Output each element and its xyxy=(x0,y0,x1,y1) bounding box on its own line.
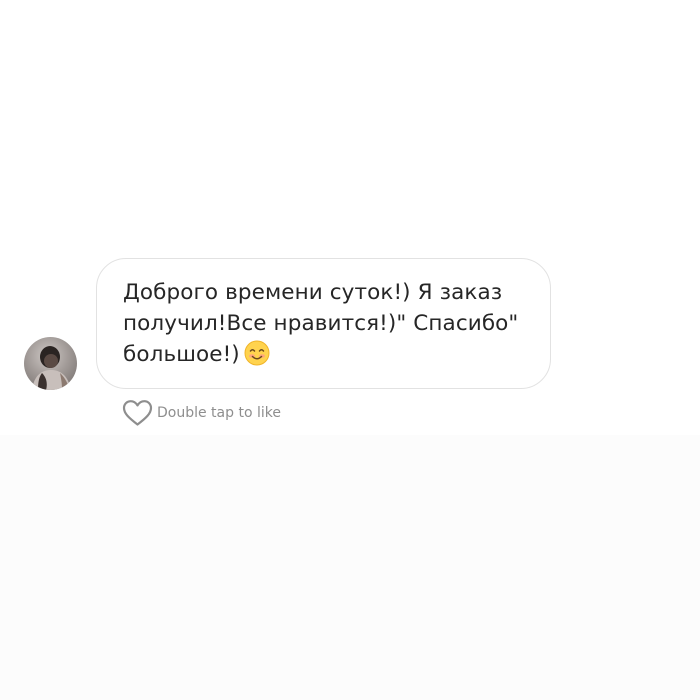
sender-avatar[interactable] xyxy=(24,337,77,390)
thread-background xyxy=(0,435,700,700)
message-line-3: большое!) xyxy=(123,342,240,367)
person-photo-icon xyxy=(32,346,71,390)
direct-message-thread: Доброго времени суток!) Я заказ получил!… xyxy=(0,0,700,700)
smiling-face-emoji-icon xyxy=(244,340,270,375)
message-line-2: получил!Все нравится!)" Спасибо" xyxy=(123,311,519,336)
double-tap-to-like[interactable]: Double tap to like xyxy=(122,398,281,428)
message-text: Доброго времени суток!) Я заказ получил!… xyxy=(123,277,526,375)
message-line-1: Доброго времени суток!) Я заказ xyxy=(123,280,503,305)
like-hint-label: Double tap to like xyxy=(157,405,281,421)
heart-outline-icon[interactable] xyxy=(122,399,153,427)
message-bubble[interactable]: Доброго времени суток!) Я заказ получил!… xyxy=(96,258,551,389)
